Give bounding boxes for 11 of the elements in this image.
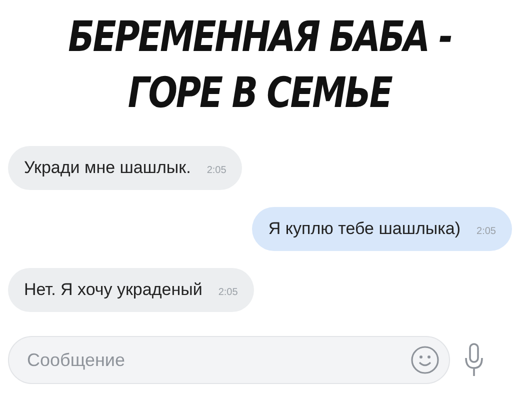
message-time: 2:05 bbox=[206, 165, 226, 176]
message-text: Нет. Я хочу украденый bbox=[24, 280, 202, 300]
message-text: Укради мне шашлык. bbox=[24, 158, 191, 178]
message-text: Я куплю тебе шашлыка) bbox=[268, 219, 461, 239]
caption-line: ГОРЕ В СЕМЬЕ bbox=[128, 67, 392, 119]
message-input[interactable]: Сообщение bbox=[8, 336, 450, 384]
caption-line: БЕРЕМЕННАЯ БАБА - bbox=[68, 11, 452, 63]
message-time: 2:05 bbox=[218, 287, 238, 298]
smiley-icon[interactable] bbox=[410, 345, 440, 375]
microphone-icon[interactable] bbox=[464, 342, 484, 378]
message-time: 2:05 bbox=[476, 226, 496, 237]
